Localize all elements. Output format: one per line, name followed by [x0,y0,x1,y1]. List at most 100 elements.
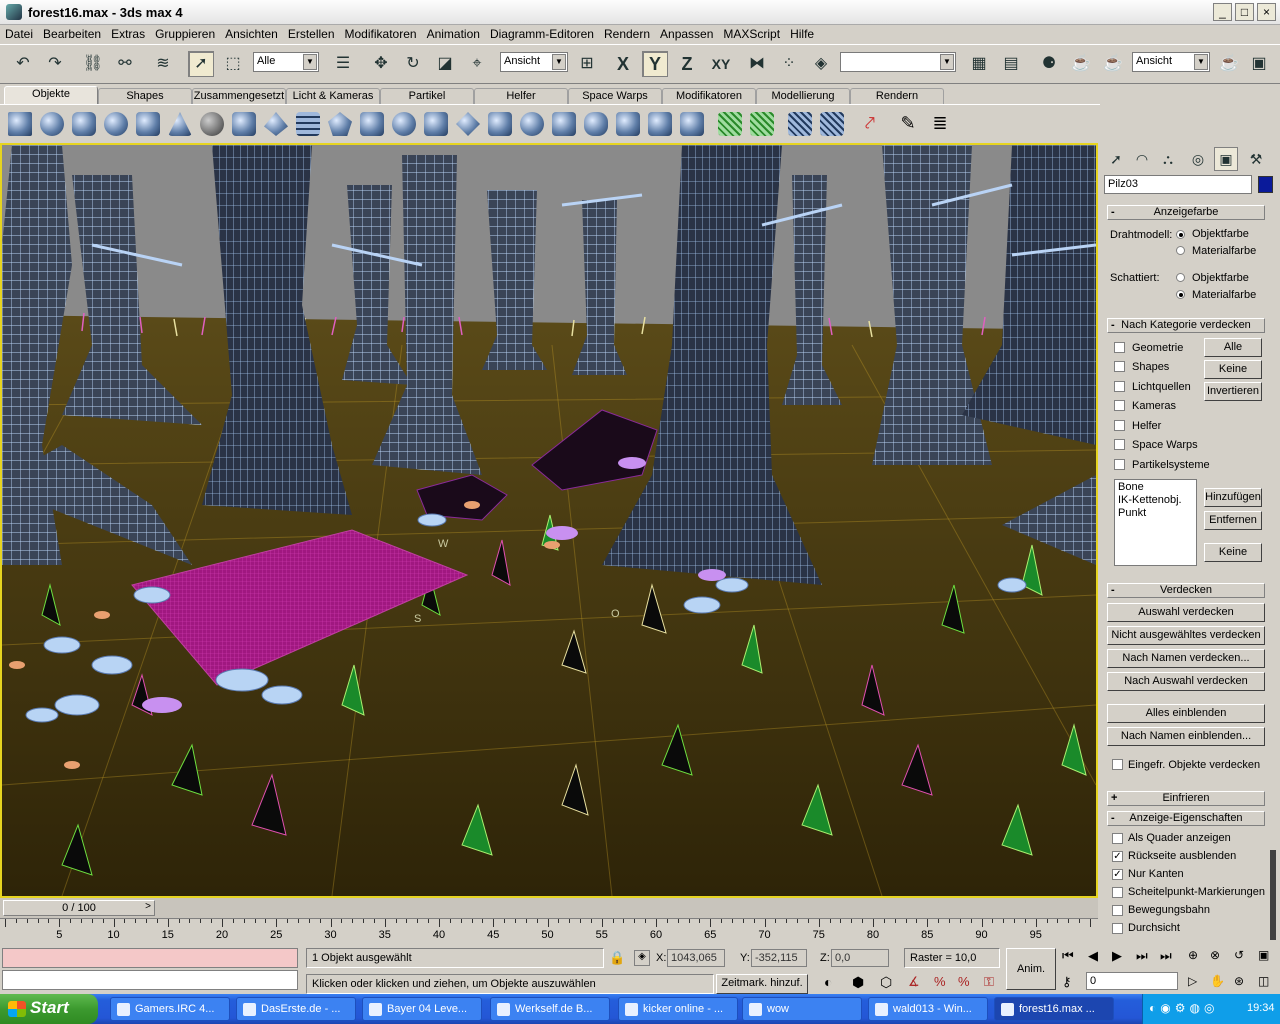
category-checkbox[interactable] [1114,400,1125,411]
percent-snap-icon[interactable]: % [934,974,946,989]
track-view-icon[interactable]: ▦ [966,51,992,77]
prism-icon[interactable] [488,112,512,136]
tab-zusammengesetzt[interactable]: Zusammengesetzt [192,88,286,104]
zoom-extents-icon[interactable]: ▣ [1258,948,1269,962]
capsule-icon[interactable] [584,112,608,136]
unhide-all-button[interactable]: Alles einblenden [1107,704,1265,723]
panel-scrollbar[interactable] [1270,850,1276,940]
hide-by-hit-button[interactable]: Nach Auswahl verdecken [1107,672,1265,691]
tab-helfer[interactable]: Helfer [474,88,568,104]
rollout-verdecken[interactable]: - Verdecken [1107,583,1265,598]
taskbar-task-button[interactable]: Gamers.IRC 4... [110,997,230,1021]
maximize-viewport-icon[interactable]: ◫ [1258,974,1269,988]
viewport-shading-icon[interactable]: ◐ [824,974,832,990]
cone-icon[interactable] [168,112,192,136]
time-slider[interactable]: 0 / 100 [3,900,155,916]
axis-xy-button[interactable]: XY [706,51,736,77]
taskbar-task-button[interactable]: wald013 - Win... [868,997,988,1021]
category-listbox[interactable]: Bone IK-Kettenobj. Punkt [1114,479,1197,566]
rect-selection-icon[interactable]: ⬚ [220,51,246,77]
current-frame-field[interactable]: 0 [1086,972,1178,990]
named-selection-dropdown[interactable]: ▼ [840,52,956,72]
spinner-snap-icon[interactable]: % [958,974,970,989]
plane-icon[interactable] [296,112,320,136]
gengon-icon[interactable] [456,112,480,136]
taskbar-task-button[interactable]: kicker online - ... [618,997,738,1021]
time-slider-next-arrow[interactable]: > [141,901,155,915]
play-icon[interactable]: ▶ [1112,948,1122,964]
rollout-nach-kategorie-verdecken[interactable]: - Nach Kategorie verdecken [1107,318,1265,333]
gear-icon[interactable] [520,112,544,136]
menu-maxscript[interactable]: MAXScript [718,25,785,41]
shaded-materialcolor-radio[interactable] [1176,290,1185,299]
category-checkbox[interactable] [1114,342,1125,353]
category-checkbox[interactable] [1114,439,1125,450]
tab-space-warps[interactable]: Space Warps [568,88,662,104]
y-coordinate-field[interactable]: -352,115 [751,949,807,967]
prev-frame-icon[interactable]: ◀ [1088,948,1098,964]
modify-panel-icon[interactable]: ◠ [1130,147,1154,171]
z-coordinate-field[interactable]: 0,0 [831,949,889,967]
tape-icon[interactable]: ✎ [896,112,920,136]
unhide-by-name-button[interactable]: Nach Namen einblenden... [1107,727,1265,746]
display-prop-checkbox[interactable] [1112,833,1123,844]
ringwave-icon[interactable] [680,112,704,136]
reference-coordsys-dropdown[interactable]: Ansicht ▼ [500,52,568,72]
nurbs-surface-icon[interactable] [820,112,844,136]
hide-frozen-checkbox[interactable] [1112,759,1123,770]
maxscript-listener-pink[interactable] [2,948,298,968]
object-name-field[interactable]: Pilz03 [1104,175,1252,194]
array-icon[interactable]: ⁘ [776,51,802,77]
hide-unselected-button[interactable]: Nicht ausgewähltes verdecken [1107,626,1265,645]
close-button[interactable]: × [1257,3,1276,21]
pan-icon[interactable]: ✋ [1210,974,1225,988]
rotate-icon[interactable]: ↻ [400,51,426,77]
display-prop-checkbox[interactable]: ✓ [1112,869,1123,880]
timeline-ruler[interactable]: 5 10 15 20 25 30 35 40 45 50 55 60 65 70 75 80 85 90 95 [0,918,1098,944]
render-scene-icon[interactable]: ☕ [1068,51,1094,77]
maximize-button[interactable]: □ [1235,3,1254,21]
utilities-panel-icon[interactable]: ⚒ [1244,147,1268,171]
select-object-icon[interactable]: ➚ [188,51,214,77]
move-icon[interactable]: ✥ [368,51,394,77]
axis-x-button[interactable]: X [610,51,636,77]
sphere-icon[interactable] [40,112,64,136]
absolute-mode-icon[interactable]: ◈ [634,950,650,966]
undo-icon[interactable]: ↶ [10,51,36,77]
angle-snap-icon[interactable]: ∡ [908,974,920,990]
grid-helper-icon[interactable] [718,112,742,136]
rollout-einfrieren[interactable]: + Einfrieren [1107,791,1265,806]
category-none2-button[interactable]: Keine [1204,543,1262,562]
snap-cube-icon[interactable]: ⬡ [880,974,892,991]
mirror-icon[interactable]: ⧓ [744,51,770,77]
pyramid-icon[interactable] [264,112,288,136]
display-panel-icon[interactable]: ▣ [1214,147,1238,171]
tab-modellierung[interactable]: Modellierung [756,88,850,104]
menu-ansichten[interactable]: Ansichten [220,25,283,41]
orbit-icon[interactable]: ↺ [1234,948,1244,962]
wire-materialcolor-radio[interactable] [1176,246,1185,255]
redo-icon[interactable]: ↷ [42,51,68,77]
vfb-icon[interactable]: ▣ [1246,51,1272,77]
wire-objectcolor-radio[interactable] [1176,230,1185,239]
axis-z-button[interactable]: Z [674,51,700,77]
render-type-dropdown[interactable]: Ansicht ▼ [1132,52,1210,72]
tab-modifikatoren[interactable]: Modifikatoren [662,88,756,104]
box-icon[interactable] [8,112,32,136]
render-last-icon[interactable]: ☕ [1216,51,1242,77]
scale-icon[interactable]: ◪ [432,51,458,77]
schematic-view-icon[interactable]: ▤ [998,51,1024,77]
add-time-tag-button[interactable]: Zeitmark. hinzuf. [716,974,808,994]
menu-hilfe[interactable]: Hilfe [785,25,819,41]
display-prop-checkbox[interactable] [1112,887,1123,898]
menu-erstellen[interactable]: Erstellen [283,25,340,41]
rollout-anzeige-eigenschaften[interactable]: - Anzeige-Eigenschaften [1107,811,1265,826]
next-frame-icon[interactable]: ⏭ [1136,948,1148,964]
menu-modifikatoren[interactable]: Modifikatoren [340,25,422,41]
key-mode-icon[interactable]: ⚿ [984,974,994,990]
lock-icon[interactable]: 🔒 [609,950,625,966]
quick-render-icon[interactable]: ☕ [1100,51,1126,77]
list-item[interactable]: IK-Kettenobj. [1118,494,1193,507]
grid-helper-2-icon[interactable] [750,112,774,136]
manipulate-icon[interactable]: ⌖ [464,51,490,77]
